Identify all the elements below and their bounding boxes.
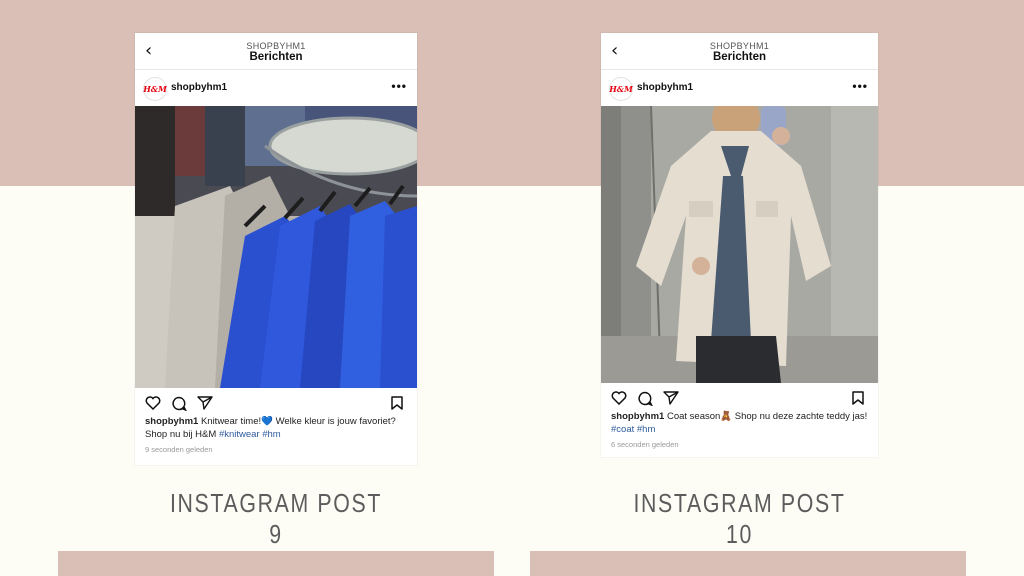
post-caption: shopbyhm1 Knitwear time!💙 Welke kleur is…	[135, 416, 417, 441]
bookmark-icon[interactable]	[391, 396, 403, 410]
post-actions-bar	[135, 388, 417, 416]
comment-icon[interactable]	[171, 396, 187, 411]
caption-text: Coat season🧸 Shop nu deze zachte teddy j…	[664, 411, 868, 422]
caption-username[interactable]: shopbyhm1	[145, 416, 198, 427]
post-actions-bar	[601, 383, 878, 411]
sweaters-photo-illustration	[135, 106, 417, 388]
header-account: SHOPBYHM1	[246, 41, 306, 51]
post-user-row: H&M shopbyhm1 •••	[601, 70, 878, 106]
instagram-post-9-card: ‹ SHOPBYHM1 Berichten H&M shopbyhm1 •••	[135, 33, 417, 465]
avatar[interactable]: H&M	[143, 77, 167, 101]
share-icon[interactable]	[663, 391, 679, 405]
post-9-label: INSTAGRAM POST 9	[169, 488, 383, 549]
avatar[interactable]: H&M	[609, 77, 633, 101]
caption-username[interactable]: shopbyhm1	[611, 411, 664, 422]
teddy-jacket-photo-illustration	[601, 106, 878, 383]
post-10-label: INSTAGRAM POST 10	[633, 488, 846, 549]
bookmark-icon[interactable]	[852, 391, 864, 405]
header-account: SHOPBYHM1	[709, 41, 770, 51]
username[interactable]: shopbyhm1	[171, 82, 227, 93]
heart-icon[interactable]	[611, 391, 627, 405]
post-header: ‹ SHOPBYHM1 Berichten	[135, 33, 417, 70]
avatar-logo-text: H&M	[143, 84, 167, 94]
share-icon[interactable]	[197, 396, 213, 410]
more-options-icon[interactable]: •••	[391, 79, 407, 93]
caption-hashtags[interactable]: #knitwear #hm	[219, 429, 281, 440]
bottom-color-block-left	[58, 551, 494, 576]
post-photo[interactable]	[601, 106, 878, 383]
more-options-icon[interactable]: •••	[852, 79, 868, 93]
post-user-row: H&M shopbyhm1 •••	[135, 70, 417, 106]
instagram-post-10-card: ‹ SHOPBYHM1 Berichten H&M shopbyhm1 •••	[601, 33, 878, 457]
header-title: Berichten	[249, 51, 303, 63]
post-caption: shopbyhm1 Coat season🧸 Shop nu deze zach…	[601, 411, 878, 436]
heart-icon[interactable]	[145, 396, 161, 410]
bottom-color-block-right	[530, 551, 966, 576]
comment-icon[interactable]	[637, 391, 653, 406]
avatar-logo-text: H&M	[609, 84, 633, 94]
post-header: ‹ SHOPBYHM1 Berichten	[601, 33, 878, 70]
caption-hashtags[interactable]: #coat #hm	[611, 424, 655, 435]
post-time: 9 seconden geleden	[145, 445, 213, 454]
post-photo[interactable]	[135, 106, 417, 388]
post-time: 6 seconden geleden	[611, 440, 679, 449]
header-title: Berichten	[712, 51, 767, 63]
username[interactable]: shopbyhm1	[637, 82, 693, 93]
